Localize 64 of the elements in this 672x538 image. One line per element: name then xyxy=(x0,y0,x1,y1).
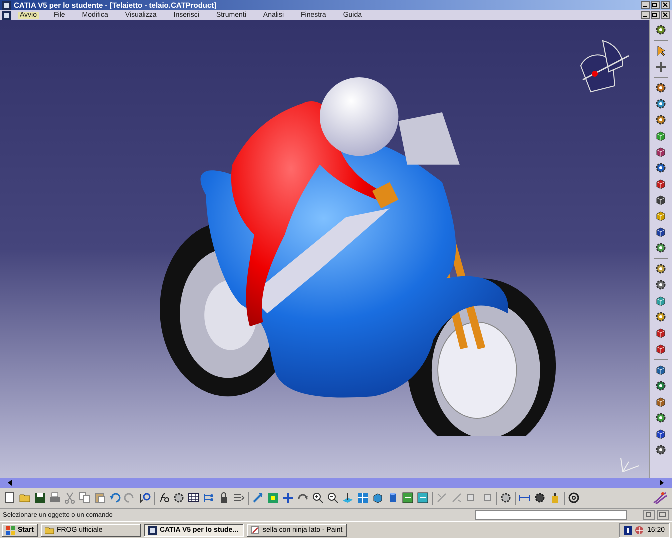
status-button[interactable] xyxy=(657,510,669,520)
gear-icon[interactable] xyxy=(655,114,667,126)
cube-icon[interactable] xyxy=(655,295,667,307)
cube-icon[interactable] xyxy=(655,130,667,142)
cube-icon[interactable] xyxy=(655,178,667,190)
printer-icon[interactable] xyxy=(49,492,61,504)
measure-icon[interactable] xyxy=(519,492,531,504)
cube-icon[interactable] xyxy=(655,428,667,440)
cube-icon[interactable] xyxy=(655,210,667,222)
arrows-icon[interactable] xyxy=(655,61,667,73)
gear-icon[interactable] xyxy=(655,242,667,254)
tree-icon[interactable] xyxy=(203,492,215,504)
3d-viewport[interactable] xyxy=(0,20,649,478)
gear-icon[interactable] xyxy=(655,311,667,323)
cursor-icon[interactable] xyxy=(655,45,667,57)
normal-view-icon[interactable] xyxy=(342,492,354,504)
close-button[interactable] xyxy=(661,1,670,9)
gear-icon[interactable] xyxy=(655,24,667,36)
app-icon xyxy=(148,526,157,534)
command-input-field[interactable] xyxy=(475,510,627,520)
document-icon xyxy=(2,10,11,20)
cube-icon[interactable] xyxy=(655,396,667,408)
pan-icon[interactable] xyxy=(282,492,294,504)
gear-icon[interactable] xyxy=(655,162,667,174)
paste-icon[interactable] xyxy=(94,492,106,504)
new-document-icon[interactable] xyxy=(4,492,16,504)
minimize-button[interactable] xyxy=(641,1,650,9)
gear-icon[interactable] xyxy=(655,412,667,424)
status-button[interactable] xyxy=(643,510,655,520)
cube-icon[interactable] xyxy=(655,364,667,376)
tray-app-icon[interactable] xyxy=(624,526,632,534)
cube-icon[interactable] xyxy=(655,327,667,339)
cube-icon[interactable] xyxy=(372,492,384,504)
gear-icon[interactable] xyxy=(500,492,512,504)
gear-icon[interactable] xyxy=(655,98,667,110)
save-icon[interactable] xyxy=(34,492,46,504)
split-view-icon[interactable] xyxy=(357,492,369,504)
minimize-button[interactable] xyxy=(641,11,650,19)
catia-logo-icon xyxy=(652,491,668,505)
cylinder-icon[interactable] xyxy=(387,492,399,504)
gear-icon[interactable] xyxy=(173,492,185,504)
folder-icon xyxy=(44,526,54,534)
cube-icon[interactable] xyxy=(655,146,667,158)
gear-icon[interactable] xyxy=(655,279,667,291)
bottle-icon[interactable] xyxy=(549,492,561,504)
cube-icon[interactable] xyxy=(655,194,667,206)
undo-icon[interactable] xyxy=(109,492,121,504)
zoom-out-icon[interactable] xyxy=(327,492,339,504)
gear-icon[interactable] xyxy=(655,82,667,94)
gear-icon[interactable] xyxy=(534,492,546,504)
grid-icon[interactable] xyxy=(188,492,200,504)
gear-icon[interactable] xyxy=(655,444,667,456)
formula-icon[interactable] xyxy=(158,492,170,504)
gear-icon[interactable] xyxy=(655,380,667,392)
app-icon xyxy=(2,0,11,10)
cube-icon[interactable] xyxy=(655,343,667,355)
copy-icon[interactable] xyxy=(79,492,91,504)
lock-icon[interactable] xyxy=(218,492,230,504)
windows-logo-icon xyxy=(6,526,15,534)
cube-icon[interactable] xyxy=(655,226,667,238)
zoom-in-icon[interactable] xyxy=(312,492,324,504)
paint-icon xyxy=(250,526,260,534)
gear-icon[interactable] xyxy=(655,263,667,275)
close-button[interactable] xyxy=(661,11,670,19)
